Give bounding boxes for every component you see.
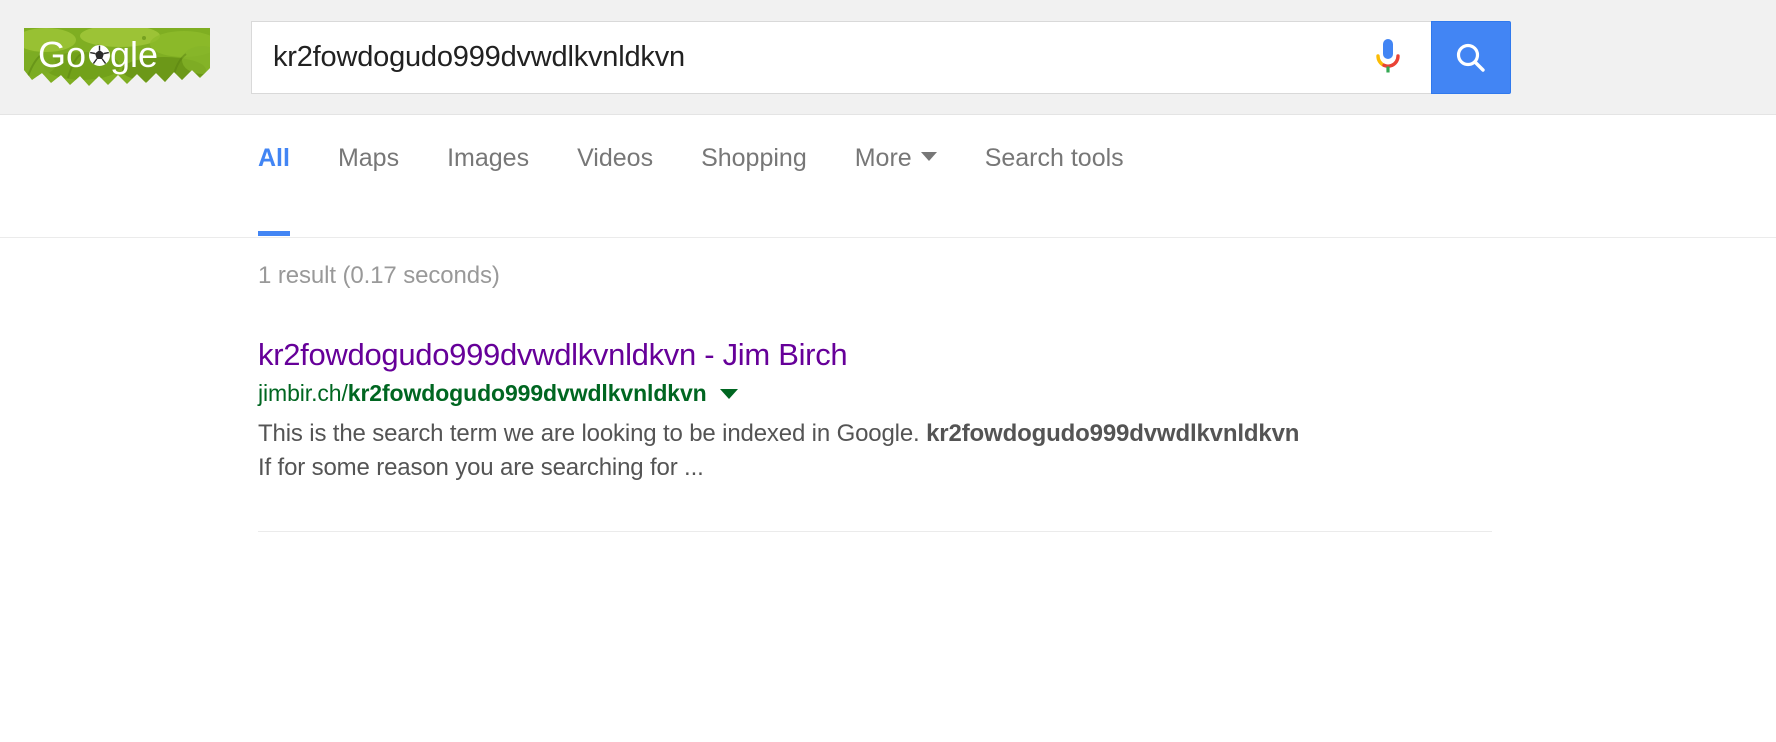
nav-tab-list: All Maps Images Videos Shopping More Sea…	[258, 115, 1124, 237]
snippet-text-before: This is the search term we are looking t…	[258, 419, 927, 447]
snippet-text-after: If for some reason you are searching for…	[258, 453, 704, 481]
result-url-path[interactable]: kr2fowdogudo999dvwdlkvnldkvn	[348, 379, 707, 409]
search-tools-button[interactable]: Search tools	[985, 115, 1124, 209]
page-header: Go gle	[0, 0, 1776, 115]
google-logo[interactable]: Go gle	[24, 26, 210, 90]
tab-videos-label: Videos	[577, 144, 654, 172]
tab-videos[interactable]: Videos	[577, 115, 653, 209]
tab-shopping[interactable]: Shopping	[701, 115, 807, 209]
search-nav-bar: All Maps Images Videos Shopping More Sea…	[0, 115, 1776, 238]
tab-shopping-label: Shopping	[701, 144, 807, 172]
result-url-line: jimbir.ch/kr2fowdogudo999dvwdlkvnldkvn	[258, 379, 1518, 409]
tab-maps[interactable]: Maps	[338, 115, 399, 209]
result-url-domain[interactable]: jimbir.ch/	[258, 379, 348, 409]
results-divider	[258, 530, 1492, 532]
tab-images[interactable]: Images	[447, 115, 529, 209]
search-form	[251, 21, 1511, 94]
search-result-item: kr2fowdogudo999dvwdlkvnldkvn - Jim Birch…	[258, 290, 1518, 485]
result-snippet: This is the search term we are looking t…	[258, 417, 1300, 485]
microphone-icon	[1376, 38, 1400, 72]
result-title-link[interactable]: kr2fowdogudo999dvwdlkvnldkvn - Jim Birch	[258, 337, 848, 373]
search-button[interactable]	[1431, 21, 1511, 94]
tab-more-label: More	[854, 144, 912, 172]
search-input[interactable]	[252, 22, 1353, 93]
microphone-button[interactable]	[1371, 36, 1405, 80]
result-stats: 1 result (0.17 seconds)	[258, 262, 500, 289]
result-menu-caret-icon[interactable]	[719, 388, 738, 399]
snippet-keyword: kr2fowdogudo999dvwdlkvnldkvn	[926, 419, 1300, 447]
soccer-ball-icon	[89, 45, 110, 66]
search-box[interactable]	[251, 21, 1431, 94]
tab-images-label: Images	[447, 144, 530, 172]
tab-all-label: All	[258, 144, 290, 172]
search-icon	[1456, 43, 1485, 72]
svg-text:gle: gle	[110, 34, 158, 75]
tab-maps-label: Maps	[337, 144, 400, 172]
svg-text:Go: Go	[38, 34, 86, 75]
chevron-down-icon	[920, 152, 937, 161]
tab-all[interactable]: All	[258, 115, 290, 236]
search-tools-label: Search tools	[984, 144, 1124, 172]
active-tab-underline	[258, 231, 290, 236]
google-doodle-soccer-icon: Go gle	[24, 28, 210, 86]
tab-more[interactable]: More	[855, 115, 937, 209]
search-results: 1 result (0.17 seconds) kr2fowdogudo999d…	[258, 238, 1518, 532]
